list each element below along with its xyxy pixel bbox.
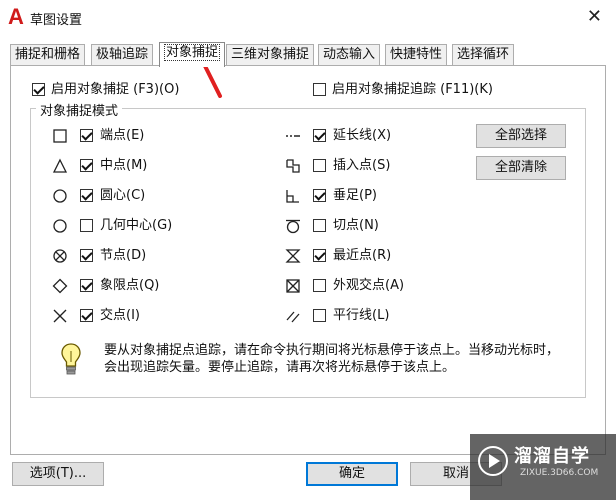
extension-checkbox[interactable]	[313, 129, 326, 142]
options-button[interactable]: 选项(T)...	[12, 462, 104, 486]
snap-modes-group-title: 对象捕捉模式	[36, 100, 123, 119]
lightbulb-icon	[61, 343, 81, 375]
tracking-hint-text: 要从对象捕捉点追踪，请在命令执行期间将光标悬停于该点上。当移动光标时，会出现追踪…	[104, 343, 560, 375]
snap-mode-center[interactable]: 圆心(C)	[52, 186, 252, 206]
snap-mode-nearest[interactable]: 最近点(R)	[285, 246, 445, 266]
snap-mode-insertion[interactable]: 插入点(S)	[285, 156, 445, 176]
snap-mode-perpendicular[interactable]: 垂足(P)	[285, 186, 445, 206]
enable-snap-tracking-option[interactable]: 启用对象捕捉追踪 (F11)(K)	[313, 78, 493, 97]
tab-snap-grid[interactable]: 捕捉和栅格	[10, 44, 86, 66]
snap-mode-tangent[interactable]: 切点(N)	[285, 216, 445, 236]
intersection-checkbox[interactable]	[80, 309, 93, 322]
geometric-center-checkbox[interactable]	[80, 219, 93, 232]
diamond-icon	[52, 278, 68, 294]
midpoint-checkbox[interactable]	[80, 159, 93, 172]
square-icon	[53, 129, 67, 143]
triangle-icon	[52, 158, 68, 173]
snap-mode-extension[interactable]: 延长线(X)	[285, 126, 445, 146]
tangent-checkbox[interactable]	[313, 219, 326, 232]
snap-mode-midpoint[interactable]: 中点(M)	[52, 156, 252, 176]
tab-selection-cycling[interactable]: 选择循环	[452, 44, 515, 66]
snap-mode-endpoint[interactable]: 端点(E)	[52, 126, 252, 146]
watermark-text: 溜溜自学	[514, 446, 590, 467]
snap-mode-quadrant[interactable]: 象限点(Q)	[52, 276, 252, 296]
watermark-url: ZIXUE.3D66.COM	[520, 468, 599, 478]
endpoint-checkbox[interactable]	[80, 129, 93, 142]
enable-object-snap-option[interactable]: 启用对象捕捉 (F3)(O)	[32, 78, 179, 97]
select-all-button[interactable]: 全部选择	[476, 124, 566, 148]
autocad-logo-icon: A	[8, 4, 24, 29]
x-icon	[53, 309, 67, 323]
circle-icon	[53, 219, 67, 233]
center-checkbox[interactable]	[80, 189, 93, 202]
snap-mode-node[interactable]: 节点(D)	[52, 246, 252, 266]
title-bar: A 草图设置 ✕	[0, 0, 616, 36]
snap-mode-parallel[interactable]: 平行线(L)	[285, 306, 445, 326]
tab-object-snap[interactable]: 对象捕捉	[159, 42, 226, 67]
tab-dynamic-input[interactable]: 动态输入	[318, 44, 381, 66]
snap-mode-geometric-center[interactable]: 几何中心(G)	[52, 216, 252, 236]
perpendicular-checkbox[interactable]	[313, 189, 326, 202]
parallel-icon	[286, 311, 300, 323]
tab-strip: 捕捉和栅格 极轴追踪 对象捕捉 三维对象捕捉 动态输入 快捷特性 选择循环	[0, 42, 616, 67]
apparent-intersection-icon	[286, 279, 300, 293]
perpendicular-icon	[286, 190, 299, 203]
extension-icon	[286, 135, 300, 137]
tab-polar-tracking[interactable]: 极轴追踪	[91, 44, 154, 66]
close-icon[interactable]: ✕	[587, 6, 602, 27]
enable-object-snap-checkbox[interactable]	[32, 83, 45, 96]
parallel-checkbox[interactable]	[313, 309, 326, 322]
tangent-icon	[286, 219, 300, 234]
snap-mode-apparent-intersection[interactable]: 外观交点(A)	[285, 276, 445, 296]
window-title: 草图设置	[30, 13, 83, 28]
snap-mode-intersection[interactable]: 交点(I)	[52, 306, 252, 326]
clear-all-button[interactable]: 全部清除	[476, 156, 566, 180]
node-checkbox[interactable]	[80, 249, 93, 262]
enable-snap-tracking-checkbox[interactable]	[313, 83, 326, 96]
insertion-icon	[286, 159, 300, 173]
ok-button[interactable]: 确定	[306, 462, 398, 486]
node-icon	[53, 249, 67, 263]
tab-3d-object-snap[interactable]: 三维对象捕捉	[226, 44, 315, 66]
insertion-checkbox[interactable]	[313, 159, 326, 172]
circle-icon	[53, 189, 67, 203]
nearest-icon	[285, 249, 301, 263]
apparent-intersection-checkbox[interactable]	[313, 279, 326, 292]
quadrant-checkbox[interactable]	[80, 279, 93, 292]
play-logo-icon	[478, 446, 508, 476]
tab-quick-properties[interactable]: 快捷特性	[385, 44, 448, 66]
watermark: 溜溜自学 ZIXUE.3D66.COM	[470, 434, 616, 500]
nearest-checkbox[interactable]	[313, 249, 326, 262]
